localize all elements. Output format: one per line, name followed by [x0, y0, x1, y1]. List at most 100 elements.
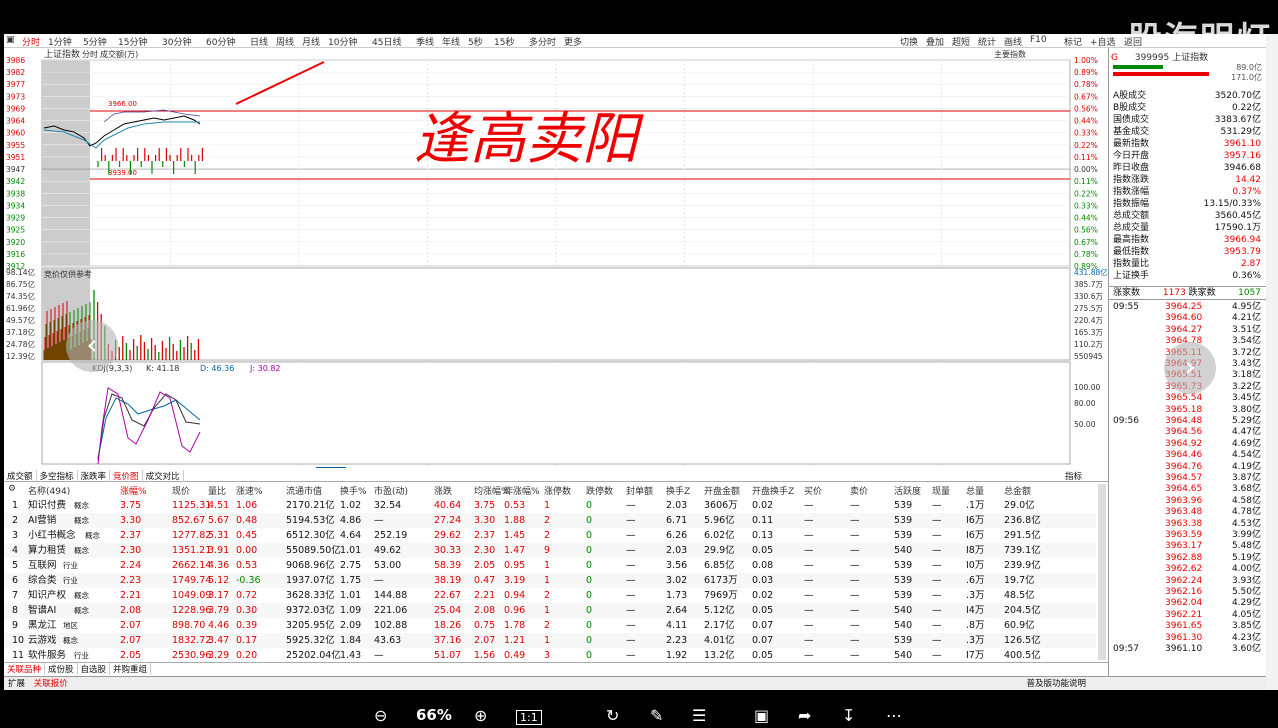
tool-button[interactable]: 叠加 [926, 35, 944, 48]
column-header[interactable]: 总量 [966, 484, 984, 497]
column-header[interactable]: 市盈(动) [374, 484, 408, 497]
window-icon[interactable]: ▣ [6, 35, 15, 45]
column-header[interactable]: 现价 [172, 484, 190, 497]
next-nav-button[interactable]: › [1164, 342, 1216, 394]
share-icon[interactable]: ➦ [798, 706, 811, 725]
column-header[interactable]: 封单额 [626, 484, 653, 497]
row-name[interactable]: 小红书概念 [28, 528, 76, 543]
table-row[interactable]: 3 小红书概念 概念 2.37 1277.82 5.31 0.45 6512.30亿 4.64 2… [4, 528, 1096, 543]
column-header[interactable]: 昨涨幅% [504, 484, 540, 497]
period-tab[interactable]: 45日线 [372, 35, 401, 48]
table-tab[interactable]: 竞价图 [110, 470, 143, 482]
row-name[interactable]: 软件服务 [28, 648, 66, 663]
zoom-out-icon[interactable]: ⊖ [374, 706, 387, 725]
table-cell: 30.33 [434, 545, 462, 556]
bottom-tab[interactable]: 并购重组 [110, 663, 152, 675]
column-header[interactable]: 卖价 [850, 484, 868, 497]
period-tab[interactable]: 分时 [22, 35, 40, 48]
column-header[interactable]: 开盘换手Z [752, 484, 794, 497]
tool-button[interactable]: 画线 [1004, 35, 1022, 48]
edit-pen-icon[interactable]: ✎ [650, 706, 663, 725]
tool-button[interactable]: 超短 [952, 35, 970, 48]
tool-button[interactable]: 统计 [978, 35, 996, 48]
status-expand[interactable]: 扩展 [8, 679, 25, 689]
row-name[interactable]: AI营销 [28, 513, 56, 528]
table-row[interactable]: 1 知识付费 概念 3.75 1125.31 4.51 1.06 2170.21亿 1.02 32… [4, 498, 1096, 513]
column-header[interactable]: 流通市值 [286, 484, 322, 497]
table-row[interactable]: 10 云游戏 概念 2.07 1832.72 3.47 0.17 5925.32亿 1.84 43… [4, 633, 1096, 648]
column-header[interactable]: 现量 [932, 484, 950, 497]
code-box[interactable]: 399995 上证指数 [1135, 53, 1208, 63]
settings-icon[interactable]: ⚙ [8, 484, 16, 494]
column-header[interactable]: 名称(494) [28, 484, 70, 497]
period-tab[interactable]: 周线 [276, 35, 294, 48]
period-tab[interactable]: 10分钟 [328, 35, 357, 48]
tool-button[interactable]: F10 [1030, 35, 1047, 45]
column-header[interactable]: 换手Z [666, 484, 690, 497]
table-row[interactable]: 11 软件服务 行业 2.05 2530.96 3.29 0.20 25202.04亿 1.43… [4, 648, 1096, 663]
download-icon[interactable]: ↧ [842, 706, 855, 725]
actual-size-button[interactable]: 1:1 [516, 710, 542, 725]
table-tab[interactable]: 成交额 [4, 470, 37, 482]
period-tab[interactable]: 15分钟 [118, 35, 147, 48]
column-header[interactable]: 跌停数 [586, 484, 613, 497]
rotate-icon[interactable]: ↻ [606, 706, 619, 725]
period-tab[interactable]: 年线 [442, 35, 460, 48]
column-header[interactable]: 换手% [340, 484, 367, 497]
period-tab[interactable]: 季线 [416, 35, 434, 48]
period-tab[interactable]: 5秒 [468, 35, 483, 48]
column-header[interactable]: 涨幅% [120, 484, 147, 497]
prev-nav-button[interactable]: ‹ [66, 320, 118, 372]
period-tab[interactable]: 30分钟 [162, 35, 191, 48]
more-icon[interactable]: ⋯ [886, 706, 902, 725]
column-header[interactable]: 总金额 [1004, 484, 1031, 497]
period-tab[interactable]: 15秒 [494, 35, 514, 48]
period-tab[interactable]: 1分钟 [48, 35, 72, 48]
table-row[interactable]: 7 知识产权 概念 2.21 1049.09 3.17 0.72 3628.33亿 1.01 14… [4, 588, 1096, 603]
period-tab[interactable]: 日线 [250, 35, 268, 48]
status-help[interactable]: 普及版功能说明 [1026, 677, 1086, 689]
table-tab[interactable]: 多空指标 [37, 470, 78, 482]
table-scrollbar[interactable] [1098, 484, 1106, 660]
table-row[interactable]: 6 综合类 行业 2.23 1749.74 5.12 -0.36 1937.07亿 1.75 — 3… [4, 573, 1096, 588]
tool-button[interactable]: 切换 [900, 35, 918, 48]
column-header[interactable]: 量比 [208, 484, 226, 497]
period-tab[interactable]: 5分钟 [83, 35, 107, 48]
row-name[interactable]: 黑龙江 [28, 618, 57, 633]
table-tab[interactable]: 成交对比 [143, 470, 184, 482]
column-header[interactable]: 涨停数 [544, 484, 571, 497]
row-name[interactable]: 算力租赁 [28, 543, 66, 558]
row-name[interactable]: 综合类 [28, 573, 57, 588]
period-tab[interactable]: 60分钟 [206, 35, 235, 48]
period-tab[interactable]: 月线 [302, 35, 320, 48]
table-row[interactable]: 5 互联网 行业 2.24 2662.14 4.36 0.53 9068.96亿 2.75 53.… [4, 558, 1096, 573]
tool-button[interactable]: 返回 [1124, 35, 1142, 48]
bottom-tab[interactable]: 成份股 [45, 663, 78, 675]
table-row[interactable]: 9 黑龙江 地区 2.07 898.70 4.46 0.39 3205.95亿 2.09 102.… [4, 618, 1096, 633]
row-name[interactable]: 互联网 [28, 558, 57, 573]
status-related-quote[interactable]: 关联报价 [34, 679, 68, 689]
table-tab[interactable]: 涨跌率 [78, 470, 111, 482]
bottom-tab[interactable]: 自选股 [78, 663, 111, 675]
bottom-tab[interactable]: 关联品种 [4, 663, 46, 675]
table-row[interactable]: 4 算力租赁 概念 2.30 1351.21 3.91 0.00 55089.50亿 1.01 4… [4, 543, 1096, 558]
table-row[interactable]: 8 智谱AI 概念 2.08 1228.96 3.79 0.30 9372.03亿 1.09 22… [4, 603, 1096, 618]
period-tab[interactable]: 多分时 [529, 35, 556, 48]
column-header[interactable]: 活跃度 [894, 484, 921, 497]
indicator-button[interactable]: 指标 [1065, 470, 1082, 482]
ocr-icon[interactable]: ▣ [754, 706, 769, 725]
translate-icon[interactable]: ☰ [692, 706, 706, 725]
tool-button[interactable]: 标记 [1064, 35, 1082, 48]
column-header[interactable]: 涨速% [236, 484, 263, 497]
column-header[interactable]: 买价 [804, 484, 822, 497]
row-name[interactable]: 知识付费 [28, 498, 66, 513]
table-row[interactable]: 2 AI营销 概念 3.30 852.67 5.67 0.48 5194.53亿 4.86 — 27… [4, 513, 1096, 528]
column-header[interactable]: 开盘金额 [704, 484, 740, 497]
row-name[interactable]: 云游戏 [28, 633, 57, 648]
row-name[interactable]: 智谱AI [28, 603, 56, 618]
row-name[interactable]: 知识产权 [28, 588, 66, 603]
column-header[interactable]: 涨跌 [434, 484, 452, 497]
period-tab[interactable]: 更多 [564, 35, 582, 48]
zoom-in-icon[interactable]: ⊕ [474, 706, 487, 725]
tool-button[interactable]: +自选 [1090, 35, 1116, 48]
